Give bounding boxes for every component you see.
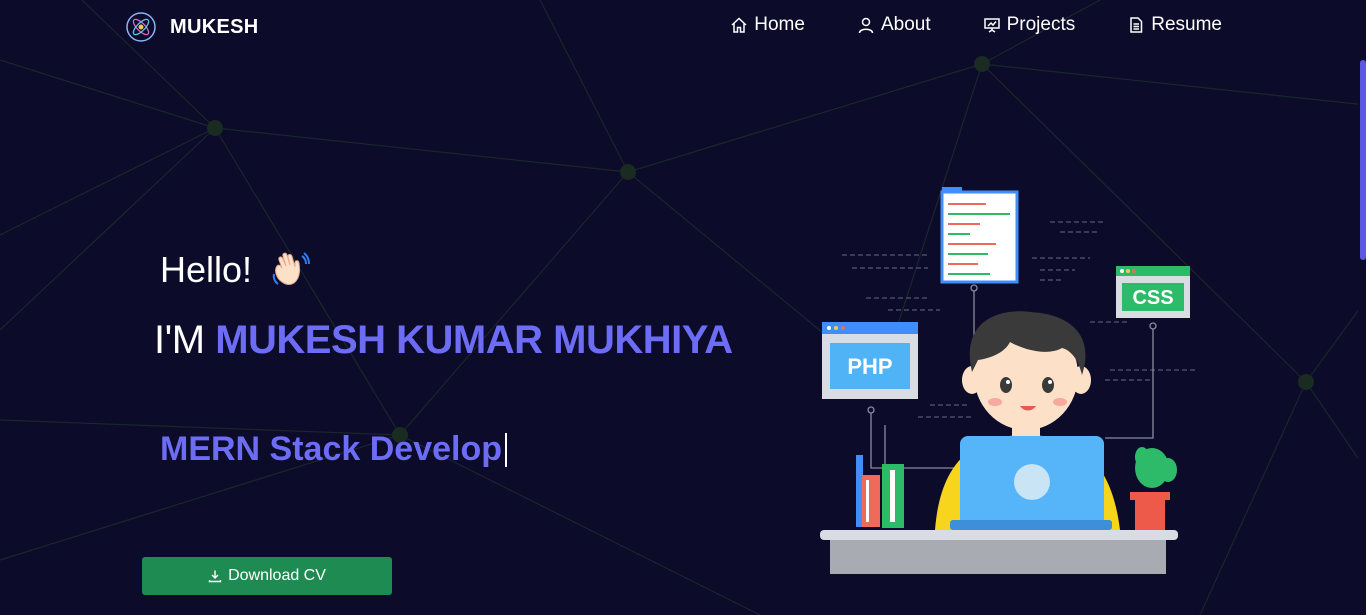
home-icon [731, 17, 747, 33]
nav-resume-label: Resume [1151, 14, 1222, 35]
typed-role-text: MERN Stack Develop [160, 430, 502, 468]
page-scrollbar[interactable] [1358, 0, 1366, 615]
greeting-text: Hello! [160, 249, 253, 290]
presentation-icon [983, 18, 1000, 33]
nav-projects[interactable]: Projects [983, 14, 1076, 36]
download-icon [208, 570, 222, 583]
typed-role: MERN Stack Develop [160, 430, 507, 469]
atom-logo-icon [126, 12, 156, 42]
brand-logo[interactable]: MUKESH [126, 12, 258, 42]
developer-illustration: PHP CSS [820, 187, 1198, 574]
nav-home[interactable]: Home [730, 14, 805, 36]
nav-about[interactable]: About [857, 14, 931, 36]
nav-resume[interactable]: Resume [1127, 14, 1222, 36]
greeting: Hello! [160, 248, 312, 292]
download-cv-label: Download CV [228, 567, 326, 584]
waving-hand-icon [272, 252, 311, 285]
top-navigation: Home About Projects Resume [730, 14, 1222, 36]
user-icon [858, 17, 874, 34]
nav-home-label: Home [754, 14, 805, 35]
document-icon [1130, 17, 1143, 33]
intro-prefix: I'M [154, 318, 216, 362]
php-label: PHP [847, 354, 892, 379]
full-name: MUKESH KUMAR MUKHIYA [215, 318, 733, 362]
brand-name: MUKESH [170, 15, 259, 38]
download-cv-button[interactable]: Download CV [142, 557, 392, 595]
nav-projects-label: Projects [1006, 14, 1076, 35]
typing-cursor [505, 432, 507, 467]
intro-heading: I'M MUKESH KUMAR MUKHIYA [154, 318, 733, 363]
css-label: CSS [1132, 287, 1173, 309]
nav-about-label: About [880, 14, 931, 35]
